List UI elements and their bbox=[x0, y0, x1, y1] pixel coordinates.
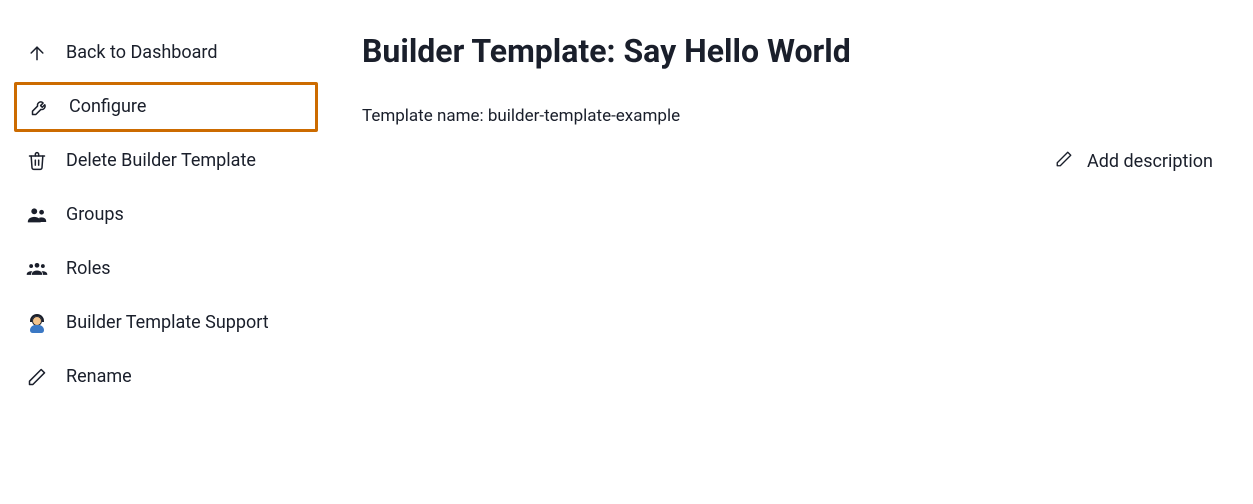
sidebar-item-label: Roles bbox=[66, 258, 111, 280]
template-name-row: Template name: builder-template-example bbox=[362, 106, 1213, 126]
sidebar-item-builder-template-support[interactable]: Builder Template Support bbox=[14, 298, 318, 348]
add-description-label: Add description bbox=[1087, 151, 1213, 172]
add-description-button[interactable]: Add description bbox=[1055, 150, 1213, 173]
sidebar-item-delete-builder-template[interactable]: Delete Builder Template bbox=[14, 136, 318, 186]
sidebar-item-roles[interactable]: Roles bbox=[14, 244, 318, 294]
arrow-up-icon bbox=[26, 42, 48, 64]
sidebar-item-label: Back to Dashboard bbox=[66, 42, 218, 64]
sidebar: Back to Dashboard Configure Delete Build… bbox=[0, 0, 328, 504]
sidebar-item-label: Groups bbox=[66, 204, 124, 226]
template-name-label: Template name: bbox=[362, 106, 488, 126]
template-name-value: builder-template-example bbox=[488, 106, 680, 126]
add-description-row: Add description bbox=[362, 150, 1213, 173]
pencil-icon bbox=[1055, 150, 1073, 173]
sidebar-item-label: Builder Template Support bbox=[66, 312, 269, 334]
pencil-icon bbox=[26, 366, 48, 388]
sidebar-item-label: Delete Builder Template bbox=[66, 150, 256, 172]
sidebar-item-configure[interactable]: Configure bbox=[14, 82, 318, 132]
page-title: Builder Template: Say Hello World bbox=[362, 32, 1213, 70]
sidebar-item-rename[interactable]: Rename bbox=[14, 352, 318, 402]
group-icon bbox=[26, 204, 48, 226]
sidebar-item-groups[interactable]: Groups bbox=[14, 190, 318, 240]
sidebar-item-label: Rename bbox=[66, 366, 132, 388]
trash-icon bbox=[26, 150, 48, 172]
sidebar-item-label: Configure bbox=[69, 96, 146, 118]
sidebar-item-back-to-dashboard[interactable]: Back to Dashboard bbox=[14, 28, 318, 78]
main-content: Builder Template: Say Hello World Templa… bbox=[328, 0, 1253, 504]
support-agent-icon bbox=[26, 312, 48, 334]
roles-icon bbox=[26, 258, 48, 280]
wrench-icon bbox=[29, 96, 51, 118]
